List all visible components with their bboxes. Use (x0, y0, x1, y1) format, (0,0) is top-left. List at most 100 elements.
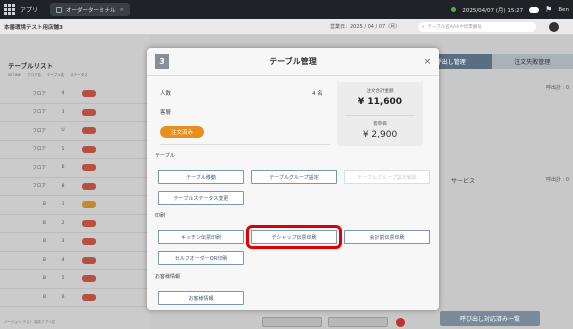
customer-info-button[interactable]: お客様情報 (158, 291, 244, 305)
modal-title: テーブル管理 (269, 57, 317, 66)
column-header[interactable]: SETIME (8, 73, 21, 78)
column-header[interactable]: ステータス (70, 73, 88, 78)
table-row-number: 4 (61, 257, 65, 263)
section-table-label: テーブル (155, 153, 175, 159)
search-placeholder: テーブル名AAAや伝票番号 (427, 25, 482, 30)
sub-header: 本番環境テスト用店舗3 営業日：2025 / 04 / 07（月） ⌕ テーブル… (0, 19, 573, 35)
customer-type-label: 客層 (160, 110, 172, 116)
table-row[interactable]: B6 (0, 289, 150, 307)
table-status-change-button[interactable]: テーブルステータス変更 (158, 191, 244, 205)
table-row-number: 5 (61, 146, 65, 152)
tab-order-failure[interactable]: 注文失敗管理 (491, 54, 573, 69)
table-row-status-badge (82, 182, 96, 190)
settings-icon[interactable] (549, 22, 559, 32)
table-row-area: フロア (32, 128, 47, 134)
notification-badge (396, 318, 405, 327)
table-row-number: 3 (61, 109, 65, 115)
table-row-status-badge (82, 219, 96, 227)
table-row-status-badge (82, 238, 96, 246)
table-row[interactable]: B5 (0, 270, 150, 289)
bottom-button[interactable] (328, 317, 388, 327)
divider (160, 144, 330, 145)
table-row-area: B (42, 257, 46, 263)
table-row[interactable]: B1 (0, 196, 150, 215)
table-row-status-badge (82, 108, 96, 116)
table-row[interactable]: フロア 3 (0, 104, 150, 122)
table-row-number: 3 (61, 239, 65, 245)
per-guest-value: ¥ 2,900 (362, 130, 398, 140)
table-row[interactable]: B3 (0, 233, 150, 252)
store-name: 本番環境テスト用店舗3 (4, 24, 63, 31)
table-list-rows: フロア 4 フロア 3 フロア U フロア 5 フロア 6 フロア 8 B 1 B 2 B 3 B 4 B 5 B 6 (0, 85, 150, 307)
pre-check-slip-print-button[interactable]: 会計前伝票印刷 (344, 230, 430, 244)
table-row[interactable]: フロア U (0, 122, 150, 141)
business-date: 営業日：2025 / 04 / 07（月） (330, 24, 401, 30)
table-row-status-badge (82, 293, 96, 301)
table-row-number: 5 (61, 276, 65, 282)
table-row-status-badge (82, 127, 96, 135)
table-row-area: フロア (32, 91, 47, 97)
table-group-setting-button[interactable]: テーブルグループ設定 (251, 170, 337, 184)
datetime: 2025/04/07 (月) 15:27 (462, 7, 524, 14)
service-label: サービス (451, 178, 476, 185)
table-list-headers: SETIME フロア名 テーブル名 ステータス (8, 73, 148, 78)
table-row-area: B (42, 202, 46, 208)
column-header[interactable]: テーブル名 (47, 73, 64, 78)
table-row[interactable]: B4 (0, 252, 150, 270)
table-row-area: B (42, 220, 46, 226)
system-tray: 2025/04/07 (月) 15:27 ⚑ Ben (451, 0, 569, 19)
shop-label: Ben (558, 6, 569, 13)
table-row-area: B (42, 276, 46, 282)
table-row[interactable]: フロア 5 (0, 141, 150, 159)
table-row[interactable]: フロア 6 (0, 159, 150, 178)
shop-icon: ⚑ (545, 5, 553, 14)
table-move-button[interactable]: テーブル移動 (158, 170, 244, 184)
tab-order-terminal[interactable]: オーダーターミナル × (50, 3, 131, 16)
per-guest-label: 客単価 (373, 122, 387, 127)
modal-header: 3 テーブル管理 × (147, 48, 439, 76)
order-total-value: ¥ 11,600 (357, 97, 403, 107)
table-row-area: フロア (32, 165, 47, 171)
app-label[interactable]: アプリ (20, 5, 38, 14)
tab-close-icon[interactable]: × (120, 7, 125, 13)
table-row-status-badge (82, 256, 96, 264)
table-row-number: 6 (61, 165, 65, 171)
version-footer: バージョン テスト 端末アプリ名 (4, 320, 56, 324)
connection-status-icon (451, 7, 457, 12)
table-row-area: フロア (32, 147, 47, 153)
table-management-modal: 3 テーブル管理 × 人数 4 名 客層 注文済み 注文合計金額 ¥ 11,60… (147, 48, 439, 310)
table-row[interactable]: フロア 8 (0, 178, 150, 196)
table-row-status-badge (82, 201, 96, 209)
table-row-area: B (42, 239, 46, 245)
table-row-status-badge (82, 90, 96, 98)
table-row-status-badge (82, 275, 96, 283)
table-row[interactable]: フロア 4 (0, 85, 150, 104)
app-grid-icon[interactable] (4, 3, 16, 16)
close-icon[interactable]: × (421, 55, 434, 68)
deshap-slip-print-button[interactable]: デシャップ伝票印刷 (246, 225, 342, 249)
table-row-number: 8 (61, 183, 65, 189)
self-order-qr-print-button[interactable]: セルフオーダーQR印刷 (158, 251, 244, 265)
table-row-status-badge (82, 145, 96, 153)
table-row[interactable]: B2 (0, 215, 150, 233)
table-row-area: B (42, 294, 46, 300)
table-group-release-button[interactable]: テーブルグループ設定解除 (344, 170, 430, 184)
column-header[interactable]: フロア名 (27, 73, 41, 78)
bottom-buttons (262, 317, 388, 327)
section-customer-label: お客様情報 (155, 274, 181, 280)
call-done-list-button[interactable]: 呼び出し対応済み一覧 (440, 311, 540, 326)
search-icon: ⌕ (422, 25, 425, 30)
title-bar: アプリ オーダーターミナル × 2025/04/07 (月) 15:27 ⚑ B… (0, 0, 573, 19)
guests-value: 4 名 (312, 91, 323, 97)
table-row-area: フロア (32, 110, 47, 116)
search-input[interactable]: ⌕ テーブル名AAAや伝票番号 (418, 22, 536, 32)
tab-page-icon (56, 6, 63, 13)
table-row-number: 4 (61, 91, 65, 97)
table-list-title: テーブルリスト (8, 62, 54, 70)
table-list-panel: テーブルリスト SETIME フロア名 テーブル名 ステータス フロア 4 フロア 3… (0, 35, 150, 329)
kitchen-slip-print-button[interactable]: キッチン伝票印刷 (158, 230, 244, 244)
guests-label: 人数 (160, 91, 172, 97)
bottom-button[interactable] (262, 317, 322, 327)
order-summary: 注文合計金額 ¥ 11,600 客単価 ¥ 2,900 (337, 82, 423, 146)
cloud-icon (529, 6, 540, 13)
